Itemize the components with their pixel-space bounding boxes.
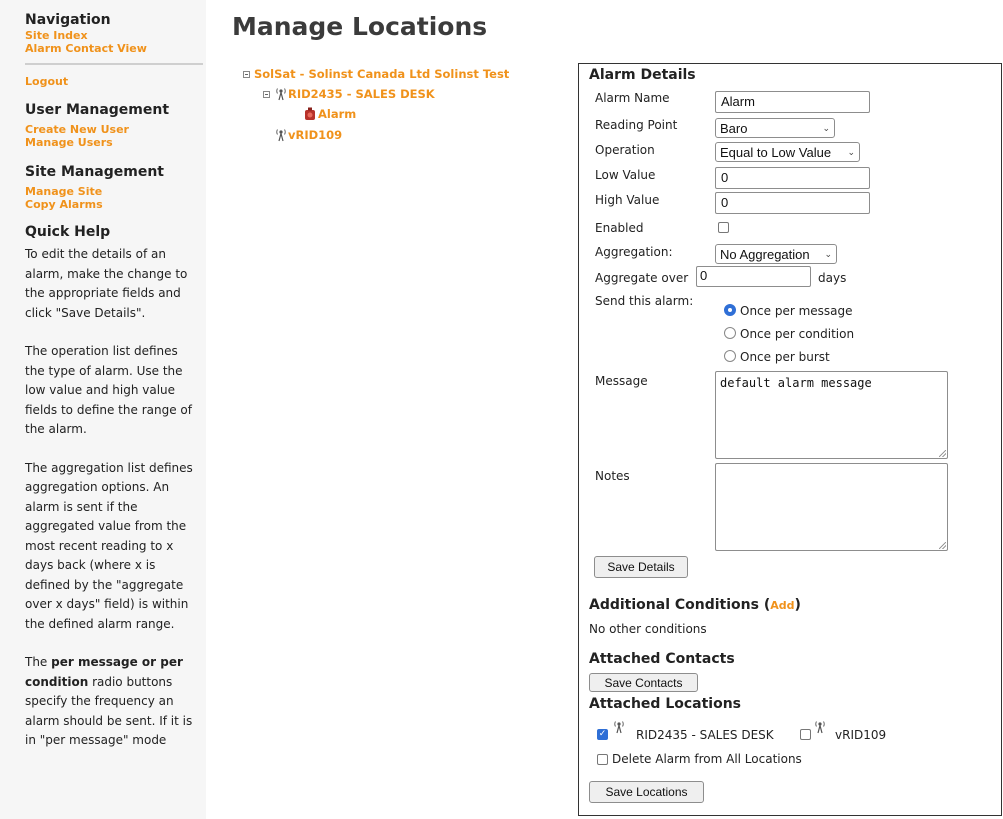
- additional-conditions-title: Additional Conditions (: [589, 597, 771, 613]
- alarm-details-panel: Alarm Details Alarm Name Alarm Reading P…: [578, 63, 1002, 816]
- aggregate-over-label: Aggregate over: [595, 271, 689, 285]
- location-vrid109-label: vRID109: [835, 728, 887, 742]
- resize-grip-icon[interactable]: [939, 542, 946, 549]
- enabled-label: Enabled: [595, 221, 644, 235]
- alarm-details-heading: Alarm Details: [589, 67, 696, 83]
- chevron-down-icon: ⌄: [822, 122, 830, 133]
- message-textarea[interactable]: default alarm message: [715, 371, 948, 459]
- save-details-button[interactable]: Save Details: [594, 556, 688, 578]
- navigation-heading: Navigation: [25, 12, 111, 28]
- logout-link[interactable]: Logout: [25, 75, 198, 88]
- location-rid2435-label: RID2435 - SALES DESK: [636, 728, 774, 742]
- sidebar: Navigation Site Index Alarm Contact View…: [0, 0, 206, 819]
- quick-help-heading: Quick Help: [25, 224, 111, 240]
- chevron-down-icon: ⌄: [824, 248, 832, 259]
- site-management-heading: Site Management: [25, 164, 164, 180]
- help-paragraph-edit: To edit the details of an alarm, make th…: [25, 247, 188, 320]
- send-once-per-burst-radio[interactable]: [724, 350, 736, 362]
- operation-value: Equal to Low Value: [720, 144, 832, 160]
- low-value-input[interactable]: 0: [715, 167, 870, 189]
- send-once-per-burst-label: Once per burst: [740, 350, 830, 364]
- message-label: Message: [595, 374, 648, 388]
- send-alarm-label: Send this alarm:: [595, 294, 694, 308]
- send-once-per-message-label: Once per message: [740, 304, 853, 318]
- send-once-per-condition-radio[interactable]: [724, 327, 736, 339]
- aggregation-select[interactable]: No Aggregation ⌄: [715, 244, 837, 264]
- low-value-label: Low Value: [595, 168, 656, 182]
- alarm-icon: [305, 107, 315, 120]
- alarm-name-input[interactable]: Alarm: [715, 91, 870, 113]
- attached-contacts-heading: Attached Contacts: [589, 651, 735, 667]
- aggregate-over-input[interactable]: 0: [696, 266, 811, 287]
- additional-conditions-close: ): [794, 597, 801, 613]
- high-value-input[interactable]: 0: [715, 192, 870, 214]
- radio-tower-icon: [614, 721, 624, 734]
- message-text: default alarm message: [720, 376, 872, 390]
- reading-point-select[interactable]: Baro ⌄: [715, 118, 835, 138]
- tree-station2-label[interactable]: vRID109: [288, 128, 342, 142]
- attached-locations-heading: Attached Locations: [589, 696, 742, 712]
- help-paragraph-frequency: The per message or per condition radio b…: [25, 653, 198, 751]
- alarm-name-label: Alarm Name: [595, 91, 670, 105]
- radio-tower-icon: [276, 129, 286, 142]
- days-label: days: [818, 271, 847, 285]
- manage-site-link[interactable]: Manage Site: [25, 185, 198, 198]
- tree-station2-row: vRID109: [274, 128, 342, 142]
- collapse-toggle-icon[interactable]: [263, 90, 270, 98]
- site-index-link[interactable]: Site Index: [25, 29, 198, 42]
- high-value-label: High Value: [595, 193, 660, 207]
- notes-textarea[interactable]: [715, 463, 948, 551]
- tree-root-row: SolSat - Solinst Canada Ltd Solinst Test: [243, 67, 509, 81]
- send-once-per-message-radio[interactable]: [724, 304, 736, 316]
- collapse-toggle-icon[interactable]: [243, 70, 250, 78]
- location-rid2435-checkbox[interactable]: ✓: [597, 729, 608, 740]
- send-once-per-condition-label: Once per condition: [740, 327, 855, 341]
- resize-grip-icon[interactable]: [939, 450, 946, 457]
- enabled-checkbox[interactable]: [718, 222, 729, 233]
- operation-select[interactable]: Equal to Low Value ⌄: [715, 142, 860, 162]
- save-contacts-button[interactable]: Save Contacts: [589, 673, 698, 692]
- help-paragraph-operation: The operation list defines the type of a…: [25, 344, 192, 436]
- chevron-down-icon: ⌄: [847, 146, 855, 157]
- tree-station-label[interactable]: RID2435 - SALES DESK: [288, 87, 435, 101]
- save-locations-button[interactable]: Save Locations: [589, 781, 704, 803]
- help-frequency-pre: The: [25, 655, 52, 669]
- reading-point-label: Reading Point: [595, 118, 678, 132]
- user-management-heading: User Management: [25, 102, 170, 118]
- no-conditions-text: No other conditions: [589, 622, 707, 636]
- tree-station-row: RID2435 - SALES DESK: [263, 87, 435, 101]
- notes-label: Notes: [595, 469, 630, 483]
- radio-tower-icon: [815, 721, 825, 734]
- help-paragraph-aggregation: The aggregation list defines aggregation…: [25, 460, 193, 631]
- alarm-contact-view-link[interactable]: Alarm Contact View: [25, 42, 198, 55]
- operation-label: Operation: [595, 143, 655, 157]
- page-title: Manage Locations: [232, 12, 488, 41]
- manage-users-link[interactable]: Manage Users: [25, 136, 198, 149]
- add-condition-link[interactable]: Add: [770, 599, 794, 612]
- sidebar-divider: [25, 63, 203, 65]
- delete-all-locations-checkbox[interactable]: [597, 754, 608, 765]
- aggregation-value: No Aggregation: [720, 246, 810, 262]
- location-vrid109-checkbox[interactable]: [800, 729, 811, 740]
- copy-alarms-link[interactable]: Copy Alarms: [25, 198, 198, 211]
- additional-conditions-heading: Additional Conditions (Add): [589, 597, 801, 613]
- radio-tower-icon: [276, 88, 286, 101]
- delete-all-locations-label: Delete Alarm from All Locations: [612, 752, 802, 766]
- aggregation-label: Aggregation:: [595, 245, 673, 259]
- tree-alarm-row: Alarm: [303, 107, 356, 121]
- create-new-user-link[interactable]: Create New User: [25, 123, 198, 136]
- tree-alarm-label[interactable]: Alarm: [318, 107, 356, 121]
- tree-root-label[interactable]: SolSat - Solinst Canada Ltd Solinst Test: [254, 67, 509, 81]
- reading-point-value: Baro: [720, 120, 748, 136]
